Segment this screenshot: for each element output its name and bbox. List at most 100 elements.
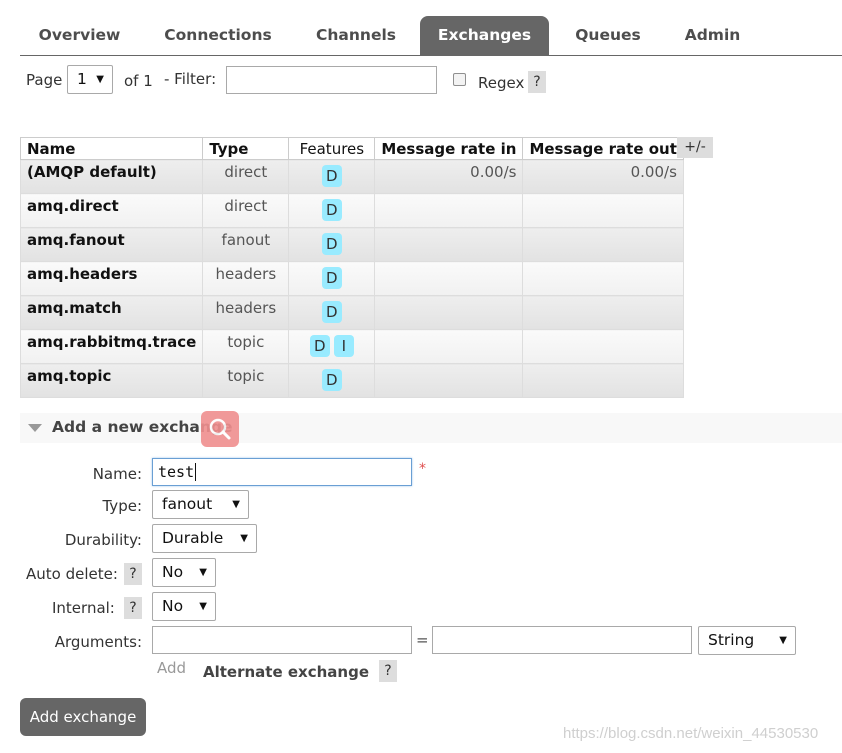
chevron-down-icon: ▼ [199,567,207,578]
add-exchange-button[interactable]: Add exchange [20,698,146,736]
page-label: Page [26,71,63,89]
watermark-text: https://blog.csdn.net/weixin_44530530 [563,725,819,742]
exchange-name-link[interactable]: amq.fanout [19,227,204,262]
regex-label: Regex [478,74,525,92]
argument-value-input[interactable] [432,626,692,654]
durability-value: Durable [162,529,224,547]
regex-checkbox[interactable] [453,73,466,86]
exchange-type: headers [202,261,290,296]
rate-in [374,261,524,296]
required-marker: * [419,461,426,477]
durable-badge: D [321,369,342,391]
table-row: amq.headers headers D [19,261,684,296]
table-header-row: Name Type Features Message rate in Messa… [19,137,684,160]
column-header-rate-in: Message rate in [374,137,524,160]
durability-select[interactable]: Durable ▼ [152,524,257,553]
features-cell: D [288,227,376,262]
page-select-value: 1 [77,70,87,88]
rate-out [522,295,684,330]
durable-badge: D [321,165,342,187]
table-row: amq.rabbitmq.trace topic DI [19,329,684,364]
column-header-type[interactable]: Type [202,137,290,160]
exchange-name-value: test [158,463,195,481]
exchange-type: direct [202,159,290,194]
durable-badge: D [321,233,342,255]
add-exchange-section-toggle[interactable]: Add a new exchange [20,413,842,443]
argument-key-input[interactable] [152,626,412,654]
exchange-type: topic [202,363,290,398]
rate-out [522,193,684,228]
chevron-down-icon: ▼ [779,635,787,646]
tab-connections[interactable]: Connections [151,16,285,55]
auto-delete-value: No [162,563,184,581]
exchange-name-link[interactable]: (AMQP default) [19,159,204,194]
durable-badge: D [321,267,342,289]
internal-label: Internal: [52,599,115,617]
chevron-down-icon: ▼ [240,533,248,544]
exchange-name-link[interactable]: amq.headers [19,261,204,296]
chevron-down-icon: ▼ [96,74,104,85]
exchange-type: direct [202,193,290,228]
rate-in [374,363,524,398]
internal-help-button[interactable]: ? [124,597,142,619]
rate-in [374,329,524,364]
internal-select[interactable]: No ▼ [152,592,216,621]
exchange-name-link[interactable]: amq.rabbitmq.trace [19,329,204,364]
column-toggle-button[interactable]: +/- [677,137,713,158]
features-cell: D [288,193,376,228]
rate-out [522,261,684,296]
page-select[interactable]: 1 ▼ [67,65,113,94]
auto-delete-help-button[interactable]: ? [124,563,142,585]
chevron-down-icon: ▼ [232,499,240,510]
column-header-name[interactable]: Name [19,137,204,160]
durable-badge: D [321,301,342,323]
rate-out [522,363,684,398]
name-label: Name: [92,465,142,483]
table-row: amq.topic topic D [19,363,684,398]
features-cell: D [288,159,376,194]
magnifier-overlay-icon [201,411,239,447]
tab-overview[interactable]: Overview [20,16,139,55]
exchange-type: fanout [202,227,290,262]
internal-value: No [162,597,184,615]
add-argument-link[interactable]: Add [157,659,186,677]
rate-out [522,329,684,364]
exchange-type-value: fanout [162,495,213,513]
chevron-down-icon: ▼ [199,601,207,612]
features-cell: D [288,261,376,296]
rate-out [522,227,684,262]
column-header-rate-out: Message rate out [522,137,684,160]
argument-type-select[interactable]: String ▼ [698,626,796,655]
exchange-name-link[interactable]: amq.topic [19,363,204,398]
features-cell: D [288,363,376,398]
exchange-name-link[interactable]: amq.match [19,295,204,330]
alternate-exchange-help-button[interactable]: ? [379,660,397,682]
text-cursor [195,463,197,481]
auto-delete-label: Auto delete: [26,565,118,583]
equals-sign: = [416,631,429,649]
arguments-label: Arguments: [54,633,142,651]
rate-out: 0.00/s [522,159,684,194]
tab-admin[interactable]: Admin [670,16,755,55]
type-label: Type: [102,497,142,515]
table-row: amq.fanout fanout D [19,227,684,262]
exchange-type: headers [202,295,290,330]
features-cell: D [288,295,376,330]
tab-queues[interactable]: Queues [561,16,655,55]
rate-in: 0.00/s [374,159,524,194]
features-cell: DI [288,329,376,364]
regex-help-button[interactable]: ? [528,71,546,93]
tab-exchanges[interactable]: Exchanges [420,16,549,55]
auto-delete-select[interactable]: No ▼ [152,558,216,587]
exchange-name-field[interactable]: test [152,458,412,486]
rate-in [374,227,524,262]
exchanges-table: Name Type Features Message rate in Messa… [19,137,684,398]
durable-badge: D [309,335,330,357]
rate-in [374,193,524,228]
exchange-type-select[interactable]: fanout ▼ [152,490,249,519]
tab-channels[interactable]: Channels [301,16,411,55]
filter-input[interactable] [226,66,437,94]
exchange-type: topic [202,329,290,364]
exchange-name-link[interactable]: amq.direct [19,193,204,228]
alternate-exchange-link[interactable]: Alternate exchange [203,663,369,681]
